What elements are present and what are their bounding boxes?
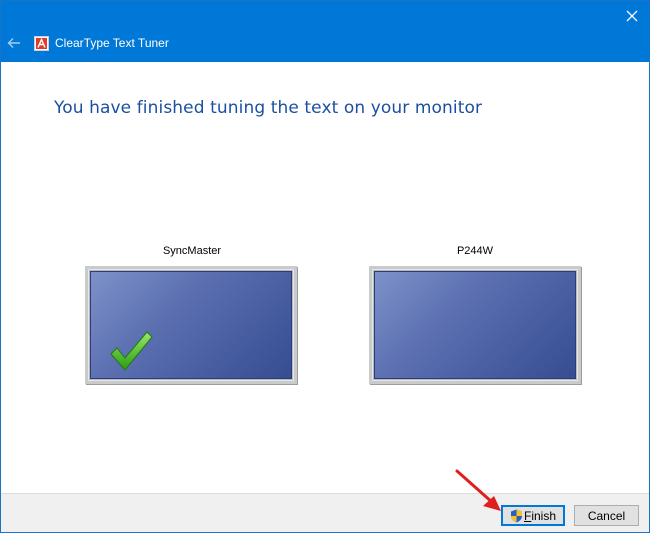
close-button[interactable]: [615, 1, 649, 31]
page-heading: You have finished tuning the text on you…: [54, 98, 483, 118]
title-bar: ClearType Text Tuner: [1, 1, 649, 62]
finish-button[interactable]: Finish: [501, 505, 565, 526]
window-title: ClearType Text Tuner: [55, 36, 169, 50]
close-icon: [626, 10, 638, 22]
monitor-screen: [90, 271, 292, 379]
uac-shield-icon: [510, 509, 522, 522]
cancel-button[interactable]: Cancel: [574, 505, 639, 526]
back-button[interactable]: [5, 34, 23, 52]
monitor-label-p244w: P244W: [456, 245, 494, 257]
checkmark-icon: [110, 331, 153, 371]
cleartype-window: ClearType Text Tuner You have finished t…: [0, 0, 650, 533]
monitor-p244w[interactable]: [369, 266, 581, 384]
monitor-screen: [374, 271, 576, 379]
back-arrow-icon: [7, 38, 20, 48]
cleartype-app-icon: [34, 36, 49, 51]
dialog-footer: Finish Cancel: [1, 493, 649, 532]
monitor-syncmaster[interactable]: [85, 266, 297, 384]
monitor-label-syncmaster: SyncMaster: [162, 245, 222, 257]
finish-label: Finish: [523, 508, 557, 523]
